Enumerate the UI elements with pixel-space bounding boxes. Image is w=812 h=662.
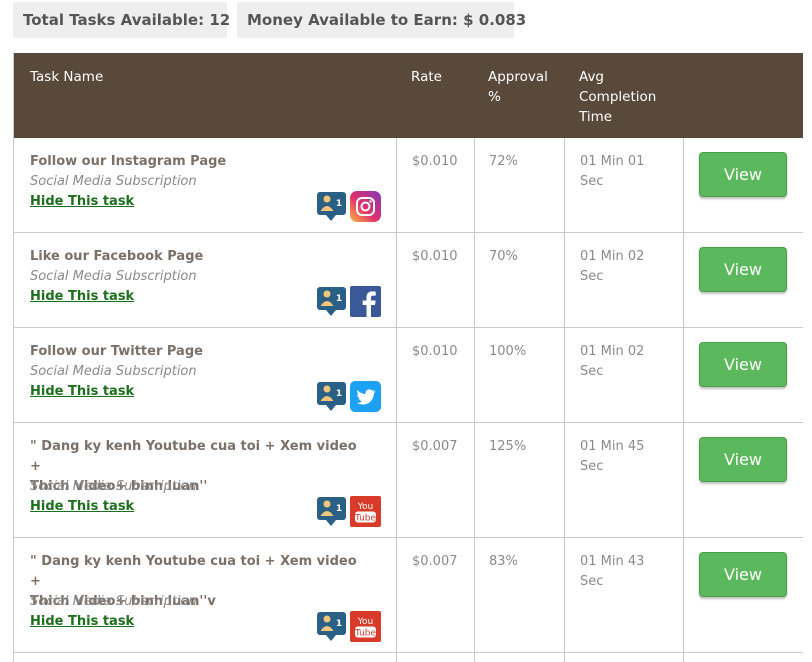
user-count-icon: 1 <box>317 612 346 641</box>
youtube-logo-bottom: Tube <box>354 514 377 524</box>
task-approval: 70% <box>489 249 518 264</box>
view-button[interactable]: View <box>699 152 787 197</box>
task-icons: 1 You Tube <box>316 496 382 527</box>
task-icons: 1 <box>316 286 382 317</box>
task-category: Social Media Subscription <box>30 594 197 609</box>
header-rate: Rate <box>411 69 442 85</box>
task-avg-time-line1: 01 Min 02 <box>580 344 645 359</box>
task-avg-time: 01 Min 45 Sec <box>580 437 680 477</box>
hide-task-link[interactable]: Hide This task <box>30 192 134 212</box>
tasks-table: Task Name Rate Approval % Avg Completion… <box>13 53 803 662</box>
task-approval: 72% <box>489 154 518 169</box>
task-rate: $0.010 <box>412 249 458 264</box>
total-tasks-stat: Total Tasks Available: 12 <box>13 2 230 38</box>
header-avg-completion-time: Avg Completion Time <box>579 67 656 127</box>
task-avg-time: 01 Min 43 Sec <box>580 552 680 592</box>
hide-task-link[interactable]: Hide This task <box>30 382 134 402</box>
task-avg-time-line1: 01 Min 43 <box>580 554 645 569</box>
task-name: Follow our Twitter Page <box>30 344 203 359</box>
task-avg-time: 01 Min 02 Sec <box>580 247 680 287</box>
task-icons: 1 <box>316 381 382 412</box>
youtube-logo-top: You <box>357 617 374 627</box>
table-row: Follow our Twitter Page Social Media Sub… <box>14 328 803 423</box>
header-task-name: Task Name <box>30 69 104 85</box>
task-avg-time-line2: Sec <box>580 574 604 589</box>
task-approval: 125% <box>489 439 527 454</box>
task-approval: 83% <box>489 554 518 569</box>
hide-task-link[interactable]: Hide This task <box>30 497 134 517</box>
task-avg-time-line1: 01 Min 02 <box>580 249 645 264</box>
task-avg-time: 01 Min 02 Sec <box>580 342 680 382</box>
task-rate: $0.007 <box>412 439 458 454</box>
twitter-icon <box>350 381 381 412</box>
task-avg-time-line1: 01 Min 01 <box>580 154 645 169</box>
task-category: Social Media Subscription <box>30 364 197 379</box>
table-row: Like our Facebook Page Social Media Subs… <box>14 233 803 328</box>
task-category: Social Media Subscription <box>30 479 197 494</box>
task-avg-time-line1: 01 Min 45 <box>580 439 645 454</box>
table-row: " Dang ky kenh Youtube cua toi + Xem vid… <box>14 423 803 538</box>
money-available-stat: Money Available to Earn: $ 0.083 <box>237 2 526 38</box>
header-approval: Approval % <box>488 67 548 107</box>
header-avg-line2: Completion <box>579 89 657 105</box>
task-category: Social Media Subscription <box>30 174 197 189</box>
task-avg-time-line2: Sec <box>580 174 604 189</box>
header-approval-line2: % <box>488 89 501 105</box>
view-button[interactable]: View <box>699 437 787 482</box>
user-count-icon: 1 <box>317 382 346 411</box>
hide-task-link[interactable]: Hide This task <box>30 612 134 632</box>
task-approval: 100% <box>489 344 527 359</box>
task-rate: $0.010 <box>412 154 458 169</box>
table-row: " Dang ky kenh Youtube cua toi + Xem vid… <box>14 538 803 653</box>
hide-task-link[interactable]: Hide This task <box>30 287 134 307</box>
table-row: Follow our Instagram Page Social Media S… <box>14 138 803 233</box>
table-header: Task Name Rate Approval % Avg Completion… <box>14 53 803 138</box>
task-rate: $0.010 <box>412 344 458 359</box>
task-name-line1: " Dang ky kenh Youtube cua toi + Xem vid… <box>30 554 357 589</box>
user-count-value: 1 <box>336 199 342 209</box>
task-rate: $0.007 <box>412 554 458 569</box>
instagram-icon <box>350 191 381 222</box>
header-approval-line1: Approval <box>488 69 548 85</box>
task-name: Follow our Instagram Page <box>30 154 227 169</box>
task-name: Like our Facebook Page <box>30 249 204 264</box>
view-button[interactable]: View <box>699 247 787 292</box>
view-button[interactable]: View <box>699 342 787 387</box>
task-avg-time-line2: Sec <box>580 364 604 379</box>
user-count-icon: 1 <box>317 192 346 221</box>
task-icons: 1 You Tube <box>316 611 382 642</box>
user-count-value: 1 <box>336 294 342 304</box>
task-avg-time-line2: Sec <box>580 269 604 284</box>
user-count-value: 1 <box>336 389 342 399</box>
task-name-line1: " Dang ky kenh Youtube cua toi + Xem vid… <box>30 439 357 474</box>
user-count-icon: 1 <box>317 287 346 316</box>
facebook-icon <box>350 286 381 317</box>
task-icons: 1 <box>316 191 382 222</box>
task-category: Social Media Subscription <box>30 269 197 284</box>
header-avg-line1: Avg <box>579 69 605 85</box>
view-button[interactable]: View <box>699 552 787 597</box>
youtube-logo-top: You <box>357 502 374 512</box>
youtube-icon: You Tube <box>350 496 381 527</box>
task-avg-time: 01 Min 01 Sec <box>580 152 680 192</box>
user-count-icon: 1 <box>317 497 346 526</box>
user-count-value: 1 <box>336 504 342 514</box>
task-avg-time-line2: Sec <box>580 459 604 474</box>
youtube-icon: You Tube <box>350 611 381 642</box>
youtube-logo-bottom: Tube <box>354 629 377 639</box>
user-count-value: 1 <box>336 619 342 629</box>
header-avg-line3: Time <box>579 109 613 125</box>
